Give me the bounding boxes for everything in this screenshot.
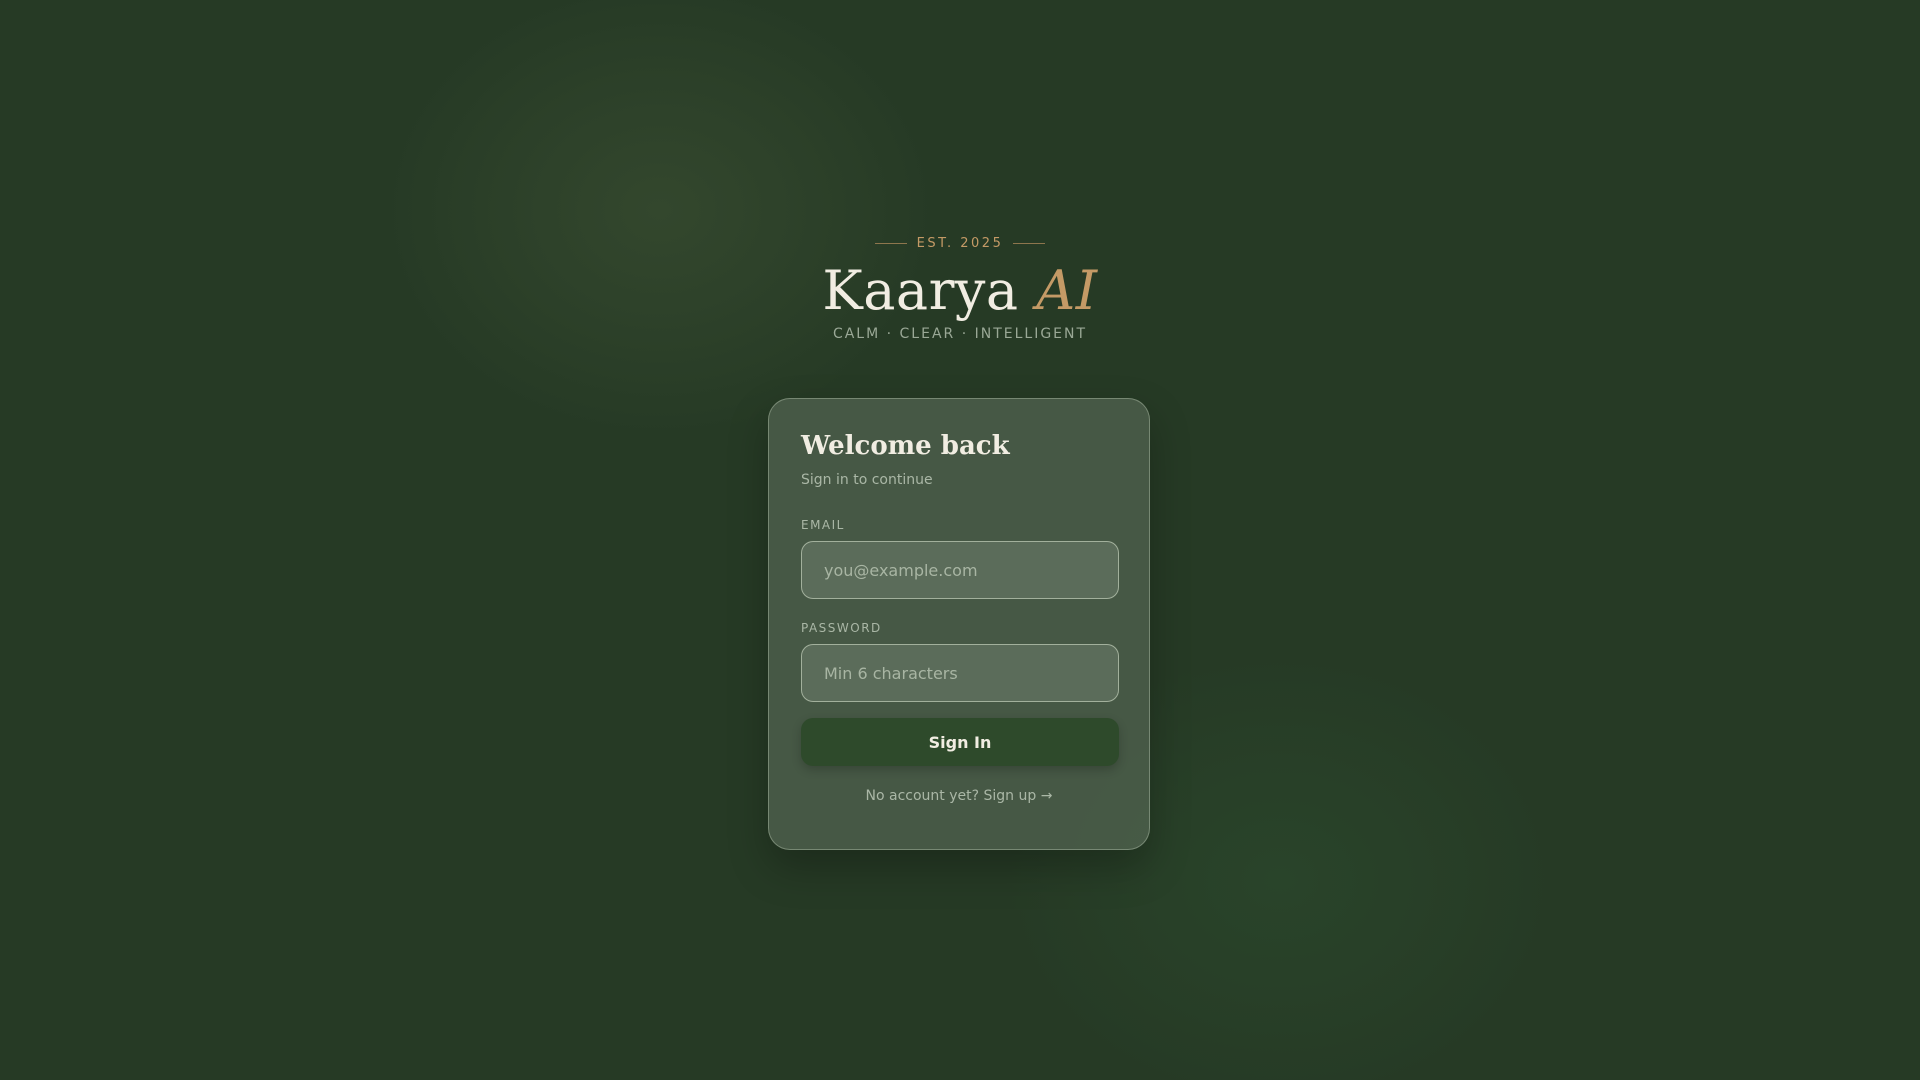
password-field-wrapper	[801, 644, 1119, 703]
logo-name: Kaarya	[822, 259, 1019, 322]
login-card: Welcome back Sign in to continue EMAIL P…	[768, 398, 1150, 850]
password-label: PASSWORD	[801, 621, 882, 636]
email-label: EMAIL	[801, 518, 845, 533]
card-title: Welcome back	[801, 431, 1010, 461]
established-row: EST. 2025	[0, 236, 1920, 251]
email-input[interactable]	[822, 559, 1098, 581]
signup-prompt: No account yet?	[865, 788, 980, 805]
signup-row: No account yet? Sign up →	[801, 788, 1117, 804]
logo: Kaarya AI	[0, 261, 1920, 320]
signup-link[interactable]: Sign up →	[984, 788, 1053, 804]
card-subtitle: Sign in to continue	[801, 472, 933, 489]
email-field-wrapper	[801, 541, 1119, 600]
logo-accent: AI	[1036, 259, 1098, 322]
background-glow-top	[380, 0, 940, 440]
divider-left	[874, 243, 907, 244]
divider-right	[1013, 243, 1046, 244]
password-input[interactable]	[822, 662, 1098, 684]
brand-header: EST. 2025 Kaarya AI CALM · CLEAR · INTEL…	[0, 236, 1920, 342]
established-text: EST. 2025	[916, 236, 1004, 251]
sign-in-button[interactable]: Sign In	[801, 718, 1119, 767]
tagline: CALM · CLEAR · INTELLIGENT	[832, 326, 1088, 343]
